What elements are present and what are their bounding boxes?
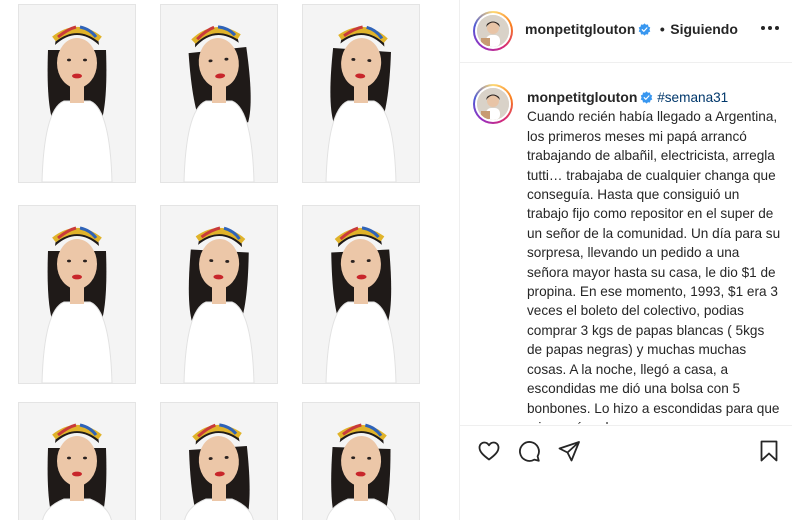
- portrait-photo: [161, 206, 277, 383]
- post-side-panel: monpetitglouton • Siguiendo monpetitglou…: [459, 0, 792, 520]
- paper-plane-icon[interactable]: [557, 439, 581, 463]
- photo-1: [18, 4, 136, 183]
- post-header: monpetitglouton • Siguiendo: [460, 0, 792, 63]
- header-text: monpetitglouton • Siguiendo: [525, 21, 738, 39]
- hashtag-link[interactable]: #semana31: [657, 90, 728, 105]
- photo-3: [302, 4, 420, 183]
- portrait-photo: [303, 403, 419, 520]
- caption-username[interactable]: monpetitglouton: [527, 89, 637, 105]
- photo-2: [160, 4, 278, 183]
- action-bar: [460, 425, 792, 475]
- separator-dot: •: [659, 21, 665, 37]
- avatar-photo: [477, 15, 509, 47]
- comment-bubble-icon[interactable]: [517, 439, 541, 463]
- caption-area: monpetitglouton #semana31 Cuando recién …: [460, 64, 792, 424]
- caption-body: Cuando recién había llegado a Argentina,…: [527, 109, 781, 424]
- photo-6: [302, 205, 420, 384]
- bookmark-icon[interactable]: [757, 439, 781, 463]
- caption-text: monpetitglouton #semana31 Cuando recién …: [527, 88, 782, 424]
- more-options-icon[interactable]: [761, 24, 779, 32]
- photo-5: [160, 205, 278, 384]
- caption-avatar[interactable]: [473, 84, 513, 124]
- verified-badge-icon: [641, 91, 653, 104]
- portrait-photo: [303, 5, 419, 182]
- avatar-photo: [477, 88, 509, 120]
- portrait-photo: [19, 206, 135, 383]
- portrait-photo: [19, 5, 135, 182]
- verified-badge-icon: [639, 23, 651, 36]
- portrait-photo: [19, 403, 135, 520]
- photo-8: [160, 402, 278, 520]
- photo-9: [302, 402, 420, 520]
- header-username[interactable]: monpetitglouton: [525, 21, 635, 37]
- photo-7: [18, 402, 136, 520]
- heart-icon[interactable]: [477, 439, 501, 463]
- portrait-photo: [161, 403, 277, 520]
- portrait-photo: [161, 5, 277, 182]
- post-image[interactable]: [0, 0, 459, 520]
- author-avatar[interactable]: [473, 11, 513, 51]
- photo-4: [18, 205, 136, 384]
- following-button[interactable]: Siguiendo: [670, 21, 738, 37]
- portrait-photo: [303, 206, 419, 383]
